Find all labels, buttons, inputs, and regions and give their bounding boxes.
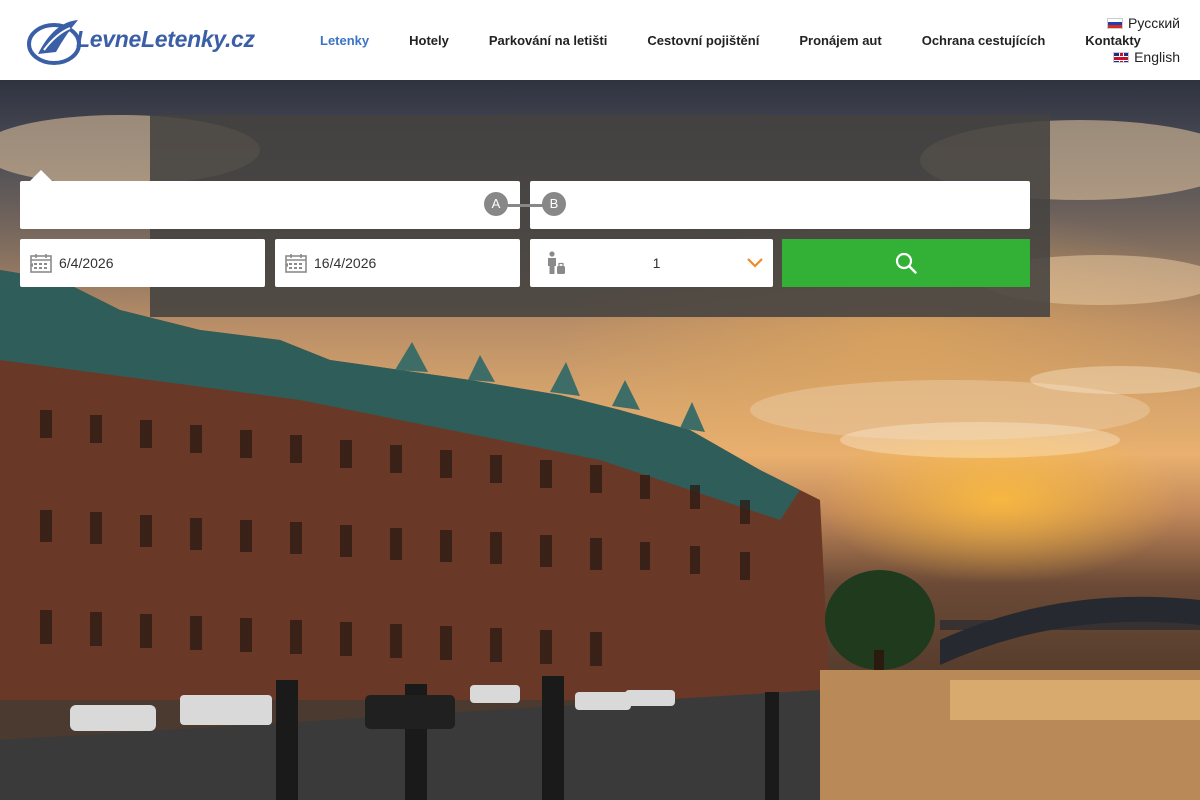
nav-item-insurance[interactable]: Cestovní pojištění xyxy=(627,33,779,48)
passenger-count: 1 xyxy=(652,255,661,271)
destination-pin-b: B xyxy=(542,192,566,216)
search-button[interactable] xyxy=(782,239,1030,287)
passengers-select[interactable]: 1 xyxy=(530,239,773,287)
route-connector xyxy=(506,204,544,207)
return-date-field[interactable]: 16/4/2026 xyxy=(275,239,520,287)
logo-text: LevneLetenky.cz xyxy=(76,26,255,52)
nav-item-passenger-protection[interactable]: Ochrana cestujících xyxy=(902,33,1066,48)
nav-item-parking[interactable]: Parkování na letišti xyxy=(469,33,628,48)
main-nav: Letenky Hotely Parkování na letišti Cest… xyxy=(300,0,1161,80)
chevron-down-icon xyxy=(747,258,763,268)
nav-item-car-rental[interactable]: Pronájem aut xyxy=(779,33,901,48)
departure-date-field[interactable]: 6/4/2026 xyxy=(20,239,265,287)
site-header: LevneLetenky.cz Letenky Hotely Parkování… xyxy=(0,0,1200,80)
language-label: Русский xyxy=(1128,15,1180,31)
calendar-icon xyxy=(30,254,52,273)
calendar-icon xyxy=(285,254,307,273)
tab-indicator xyxy=(30,170,52,181)
nav-item-hotely[interactable]: Hotely xyxy=(389,33,469,48)
site-logo[interactable]: LevneLetenky.cz xyxy=(26,14,256,66)
destination-field[interactable] xyxy=(530,181,1030,229)
language-russian[interactable]: Русский xyxy=(1107,15,1180,31)
nav-item-contacts[interactable]: Kontakty xyxy=(1065,33,1161,48)
origin-input[interactable] xyxy=(20,181,520,229)
ru-flag-icon xyxy=(1107,17,1124,29)
destination-input[interactable] xyxy=(530,181,1030,229)
person-luggage-icon xyxy=(548,251,565,274)
language-label: English xyxy=(1134,49,1180,65)
origin-pin-a: A xyxy=(484,192,508,216)
search-icon xyxy=(895,252,917,274)
language-english[interactable]: English xyxy=(1113,49,1180,65)
hero-section: A B 6/4/2026 16/4/2026 1 xyxy=(0,80,1200,800)
gb-flag-icon xyxy=(1113,51,1130,63)
origin-field[interactable] xyxy=(20,181,520,229)
return-date-value: 16/4/2026 xyxy=(314,255,377,271)
departure-date-value: 6/4/2026 xyxy=(59,255,114,271)
nav-item-letenky[interactable]: Letenky xyxy=(300,33,389,48)
